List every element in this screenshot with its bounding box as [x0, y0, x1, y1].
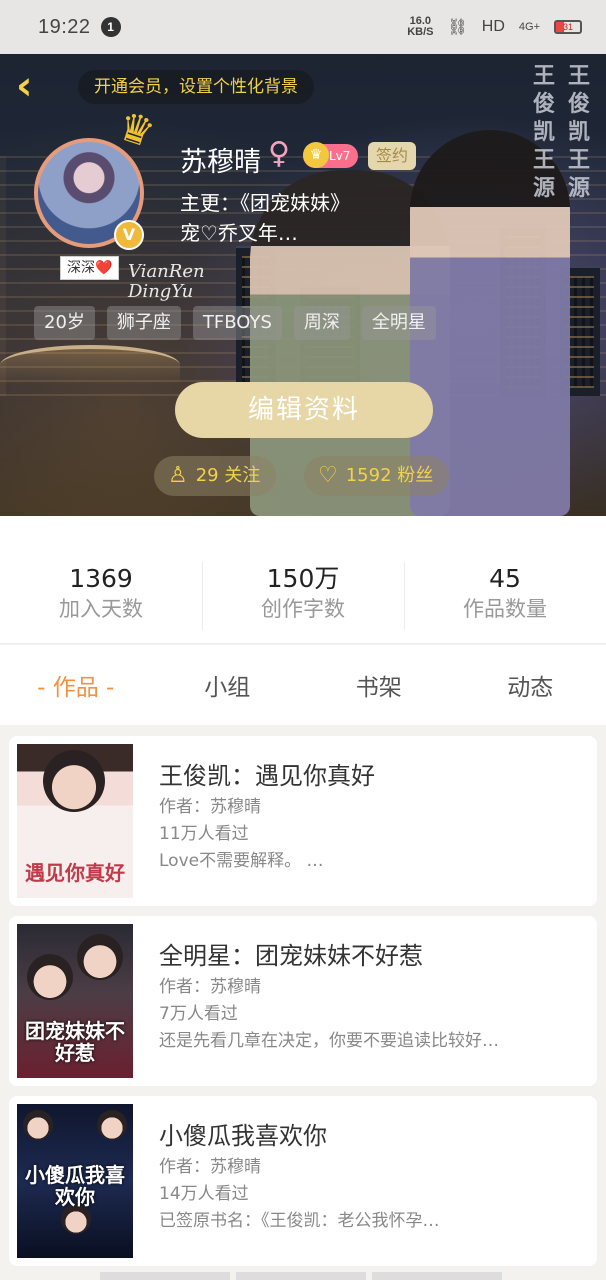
- stat-days: 1369 加入天数: [0, 516, 202, 643]
- add-user-icon: ♙: [168, 463, 188, 488]
- tab-activity[interactable]: 动态: [455, 668, 606, 702]
- cover-title: 团宠妹妹不好惹: [25, 1019, 125, 1065]
- hd-indicator: HD: [481, 18, 505, 35]
- work-card[interactable]: 小傻瓜我喜欢你 小傻瓜我喜欢你 作者：苏穆晴 14万人看过 已签原书名：《王俊凯…: [9, 1096, 597, 1266]
- following-button[interactable]: ♙ 29 关注: [154, 456, 277, 496]
- status-bar: 19:22 1 16.0 KB/S ⛓ HD 4G+ 31: [0, 0, 606, 54]
- stats-bar: 1369 加入天数 150万 创作字数 45 作品数量: [0, 516, 606, 644]
- stat-value: 150万: [266, 564, 340, 593]
- cover-title: 遇见你真好: [25, 861, 125, 885]
- v-badge-icon: V: [114, 220, 144, 250]
- work-views: 7万人看过: [159, 1004, 238, 1024]
- network-type: 4G+: [518, 21, 540, 33]
- chevron-left-icon: ‹: [16, 63, 33, 109]
- main-work-text: 主更：《团宠妹妹》: [180, 191, 350, 215]
- network-speed: 16.0 KB/S: [407, 16, 433, 38]
- cover-figure: [23, 1110, 53, 1140]
- cover-title: 小傻瓜我喜欢你: [25, 1163, 125, 1209]
- work-description: Love不需要解释。 …: [159, 851, 324, 871]
- tag-item[interactable]: 周深: [293, 306, 350, 340]
- avatar-container[interactable]: ♛ V: [34, 103, 160, 250]
- status-time: 19:22: [38, 15, 91, 38]
- vip-banner[interactable]: 开通会员，设置个性化背景: [78, 70, 314, 104]
- tag-list: 20岁 狮子座 TFBOYS 周深 全明星: [34, 306, 436, 340]
- network-speed-unit: KB/S: [407, 26, 434, 38]
- work-author: 作者：苏穆晴: [159, 1157, 261, 1177]
- vertical-name-left: 王俊凯王源: [532, 63, 555, 201]
- tag-item[interactable]: 全明星: [361, 306, 436, 340]
- tag-item[interactable]: 20岁: [34, 306, 95, 340]
- back-button[interactable]: ‹: [16, 66, 48, 110]
- work-title[interactable]: 全明星：团宠妹妹不好惹: [159, 936, 423, 971]
- cover-figure: [77, 934, 123, 980]
- works-list: 遇见你真好 王俊凯：遇见你真好 作者：苏穆晴 11万人看过 Love不需要解释。…: [9, 736, 597, 1276]
- tag-item[interactable]: TFBOYS: [192, 306, 282, 340]
- work-card[interactable]: 遇见你真好 王俊凯：遇见你真好 作者：苏穆晴 11万人看过 Love不需要解释。…: [9, 736, 597, 906]
- signature-text: VianRen DingYu: [128, 261, 205, 302]
- avatar-sticker: 深深❤️: [60, 256, 120, 280]
- work-title[interactable]: 王俊凯：遇见你真好: [159, 756, 375, 791]
- work-title[interactable]: 小傻瓜我喜欢你: [159, 1116, 327, 1151]
- background-bridge: [0, 345, 180, 385]
- following-count: 29 关注: [195, 465, 261, 486]
- bio-text: 宠♡乔叉年…: [180, 221, 298, 245]
- work-views: 14万人看过: [159, 1184, 249, 1204]
- stat-value: 45: [489, 564, 521, 593]
- level-badge[interactable]: ♛ Lv7: [303, 142, 359, 168]
- level-text: Lv7: [329, 149, 351, 163]
- stat-value: 1369: [69, 564, 133, 593]
- tab-groups[interactable]: 小组: [152, 668, 304, 702]
- book-cover[interactable]: 团宠妹妹不好惹: [17, 924, 133, 1078]
- username: 苏穆晴: [180, 147, 261, 178]
- female-icon: ♀: [268, 136, 290, 171]
- tab-bar: - 作品 - 小组 书架 动态: [0, 645, 606, 725]
- stat-label: 创作字数: [261, 597, 345, 621]
- signal-icon: ⛓: [447, 19, 468, 36]
- work-description: 还是先看几章在决定，你要不要追读比较好…: [159, 1031, 499, 1051]
- edit-profile-button[interactable]: 编辑资料: [175, 382, 433, 438]
- battery-icon: 31: [554, 20, 582, 34]
- bottom-divider: [100, 1272, 506, 1280]
- signed-badge[interactable]: 签约: [368, 142, 417, 170]
- notification-badge: 1: [100, 17, 121, 37]
- work-views: 11万人看过: [159, 824, 249, 844]
- cover-figure: [27, 954, 73, 1000]
- work-author: 作者：苏穆晴: [159, 977, 261, 997]
- book-cover[interactable]: 遇见你真好: [17, 744, 133, 898]
- work-card[interactable]: 团宠妹妹不好惹 全明星：团宠妹妹不好惹 作者：苏穆晴 7万人看过 还是先看几章在…: [9, 916, 597, 1086]
- fans-count: 1592 粉丝: [345, 465, 434, 486]
- fans-button[interactable]: ♡ 1592 粉丝: [304, 456, 450, 496]
- vertical-name-right: 王俊凯王源: [567, 63, 590, 201]
- cover-figure: [97, 1110, 127, 1140]
- stat-label: 作品数量: [463, 597, 547, 621]
- stat-works: 45 作品数量: [404, 516, 606, 643]
- stat-label: 加入天数: [59, 597, 143, 621]
- cover-figure: [43, 750, 105, 812]
- tab-bookshelf[interactable]: 书架: [303, 668, 455, 702]
- book-cover[interactable]: 小傻瓜我喜欢你: [17, 1104, 133, 1258]
- heart-icon: ♡: [318, 463, 338, 488]
- tab-works[interactable]: - 作品 -: [0, 668, 152, 702]
- battery-level: 31: [562, 22, 573, 32]
- tag-item[interactable]: 狮子座: [106, 306, 181, 340]
- work-description: 已签原书名：《王俊凯：老公我怀孕…: [159, 1211, 440, 1231]
- crown-icon: ♛: [303, 142, 329, 168]
- stat-words: 150万 创作字数: [202, 516, 404, 643]
- work-author: 作者：苏穆晴: [159, 797, 261, 817]
